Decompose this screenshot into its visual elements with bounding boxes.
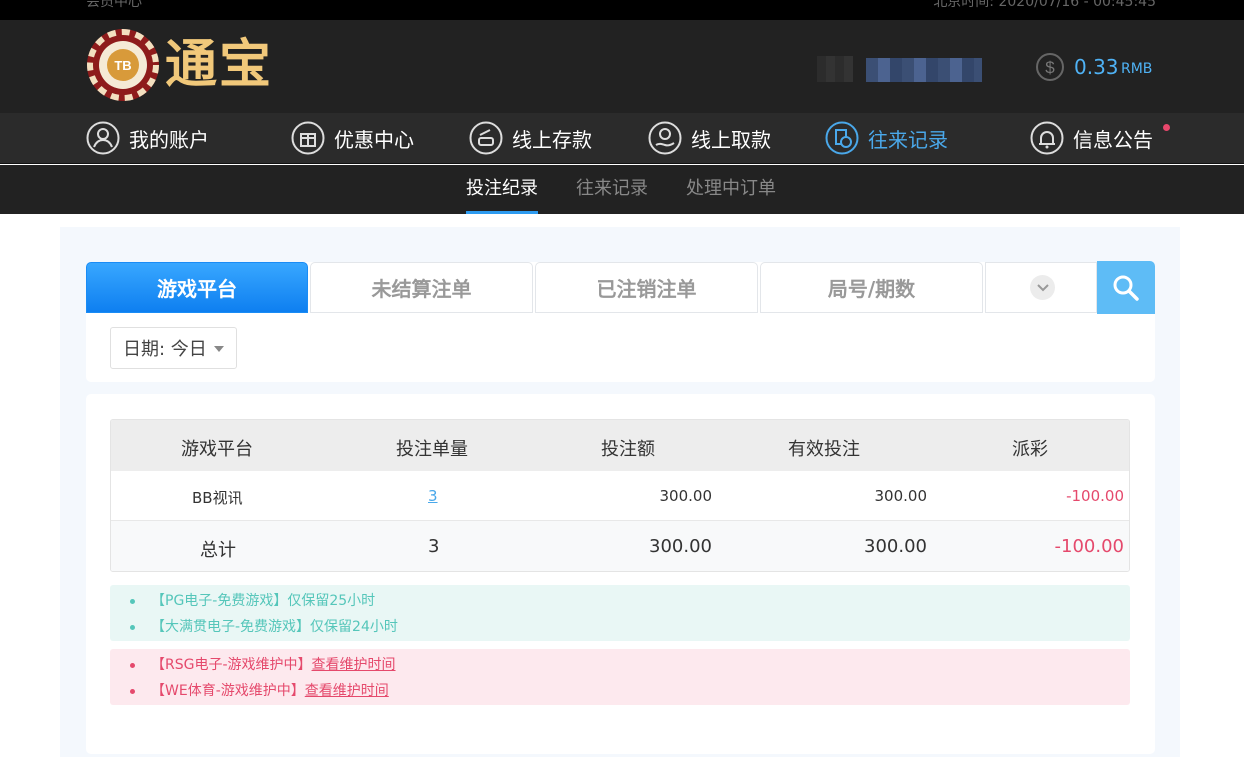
gift-icon — [291, 121, 325, 155]
info-notice: 【PG电子-免费游戏】仅保留25小时 【大满贯电子-免费游戏】仅保留24小时 — [110, 585, 1130, 641]
col-bet-amount: 投注额 — [601, 439, 655, 460]
total-payout: -100.00 — [1054, 536, 1124, 557]
bullet-icon — [130, 624, 135, 630]
notice-text: 【WE体育-游戏维护中】 — [151, 683, 305, 699]
deposit-icon — [469, 121, 503, 155]
records-icon — [825, 121, 859, 155]
bullet-icon — [130, 662, 135, 668]
user-icon — [86, 121, 120, 155]
sub-nav: 投注纪录 往来记录 处理中订单 — [0, 165, 1244, 214]
nav-item-withdraw[interactable]: 线上取款 — [648, 120, 771, 156]
nav-label: 我的账户 — [129, 127, 209, 152]
list-item: 【RSG电子-游戏维护中】 查看维护时间 — [130, 656, 396, 674]
nav-item-records[interactable]: 往来记录 — [825, 120, 948, 156]
total-bet-amount: 300.00 — [649, 536, 712, 557]
brand-name: 通宝 — [165, 34, 274, 95]
top-strip: 会员中心 北京时间: 2020/07/16 - 00:45:45 — [0, 0, 1244, 20]
notice-text: 【大满贯电子-免费游戏】仅保留24小时 — [151, 619, 398, 635]
search-button[interactable] — [1097, 261, 1155, 314]
nav-label: 信息公告 — [1073, 127, 1153, 152]
bell-icon — [1030, 121, 1064, 155]
header: TB 通宝 $ 0.33 RMB — [0, 20, 1244, 113]
bullet-icon — [130, 598, 135, 604]
caret-down-icon — [214, 346, 224, 352]
nav-item-announcements[interactable]: 信息公告 — [1030, 120, 1153, 156]
notice-text: 【RSG电子-游戏维护中】 — [151, 657, 312, 673]
tab-round-number[interactable]: 局号/期数 — [760, 262, 983, 313]
main-nav: 我的账户 优惠中心 线上存款 线上取款 往来记录 信息公告 — [0, 113, 1244, 164]
notification-dot — [1163, 124, 1170, 131]
subnav-bet-records[interactable]: 投注纪录 — [466, 165, 538, 214]
date-select[interactable]: 日期: 今日 — [110, 327, 237, 369]
nav-label: 线上取款 — [691, 127, 771, 152]
list-item: 【WE体育-游戏维护中】 查看维护时间 — [130, 682, 389, 700]
masked-account — [866, 58, 982, 82]
nav-item-promotions[interactable]: 优惠中心 — [291, 120, 414, 156]
bullet-icon — [130, 688, 135, 694]
col-payout: 派彩 — [1012, 439, 1048, 460]
date-select-label: 日期: 今日 — [123, 339, 207, 360]
notice-text: 【PG电子-免费游戏】仅保留25小时 — [151, 593, 376, 609]
table-total-row: 总计 3 300.00 300.00 -100.00 — [111, 521, 1129, 571]
subnav-pending-orders[interactable]: 处理中订单 — [686, 165, 776, 214]
row-valid-bet: 300.00 — [874, 487, 928, 505]
tab-game-platform[interactable]: 游戏平台 — [86, 262, 308, 313]
col-platform: 游戏平台 — [181, 439, 253, 460]
list-item: 【PG电子-免费游戏】仅保留25小时 — [130, 592, 375, 610]
col-valid-bet: 有效投注 — [788, 439, 860, 460]
logo-initials: TB — [114, 58, 131, 73]
subnav-transactions[interactable]: 往来记录 — [576, 165, 648, 214]
table-row: BB视讯 3 300.00 300.00 -100.00 — [111, 471, 1129, 521]
nav-label: 往来记录 — [868, 127, 948, 152]
tab-unsettled[interactable]: 未结算注单 — [310, 262, 533, 313]
tab-cancelled[interactable]: 已注销注单 — [535, 262, 758, 313]
total-label: 总计 — [200, 540, 236, 561]
logo-chip-icon[interactable]: TB — [86, 28, 160, 102]
row-platform: BB视讯 — [192, 489, 243, 507]
total-bet-count: 3 — [428, 536, 440, 557]
svg-text:$: $ — [1045, 58, 1055, 77]
top-left-text: 会员中心 — [86, 0, 142, 10]
col-bet-count: 投注单量 — [396, 439, 468, 460]
total-valid-bet: 300.00 — [864, 536, 927, 557]
withdraw-icon — [648, 121, 682, 155]
server-time: 北京时间: 2020/07/16 - 00:45:45 — [933, 0, 1156, 10]
nav-label: 优惠中心 — [334, 127, 414, 152]
row-bet-count-link[interactable]: 3 — [428, 487, 438, 505]
summary-table: 游戏平台 投注单量 投注额 有效投注 派彩 BB视讯 3 300.00 300.… — [110, 419, 1130, 572]
nav-item-deposit[interactable]: 线上存款 — [469, 120, 592, 156]
search-icon — [1113, 275, 1139, 301]
maintenance-notice: 【RSG电子-游戏维护中】 查看维护时间 【WE体育-游戏维护中】 查看维护时间 — [110, 649, 1130, 705]
view-maintenance-link[interactable]: 查看维护时间 — [305, 682, 389, 700]
chevron-down-icon[interactable] — [1030, 275, 1055, 300]
table-header: 游戏平台 投注单量 投注额 有效投注 派彩 — [111, 420, 1129, 471]
nav-item-account[interactable]: 我的账户 — [86, 120, 209, 156]
masked-username — [817, 56, 853, 82]
nav-label: 线上存款 — [512, 127, 592, 152]
row-payout: -100.00 — [1066, 487, 1124, 505]
row-bet-amount: 300.00 — [659, 487, 713, 505]
balance-value: 0.33 — [1074, 55, 1119, 79]
balance-currency: RMB — [1121, 61, 1153, 77]
view-maintenance-link[interactable]: 查看维护时间 — [312, 656, 396, 674]
list-item: 【大满贯电子-免费游戏】仅保留24小时 — [130, 618, 398, 636]
dollar-coin-icon: $ — [1036, 53, 1064, 81]
